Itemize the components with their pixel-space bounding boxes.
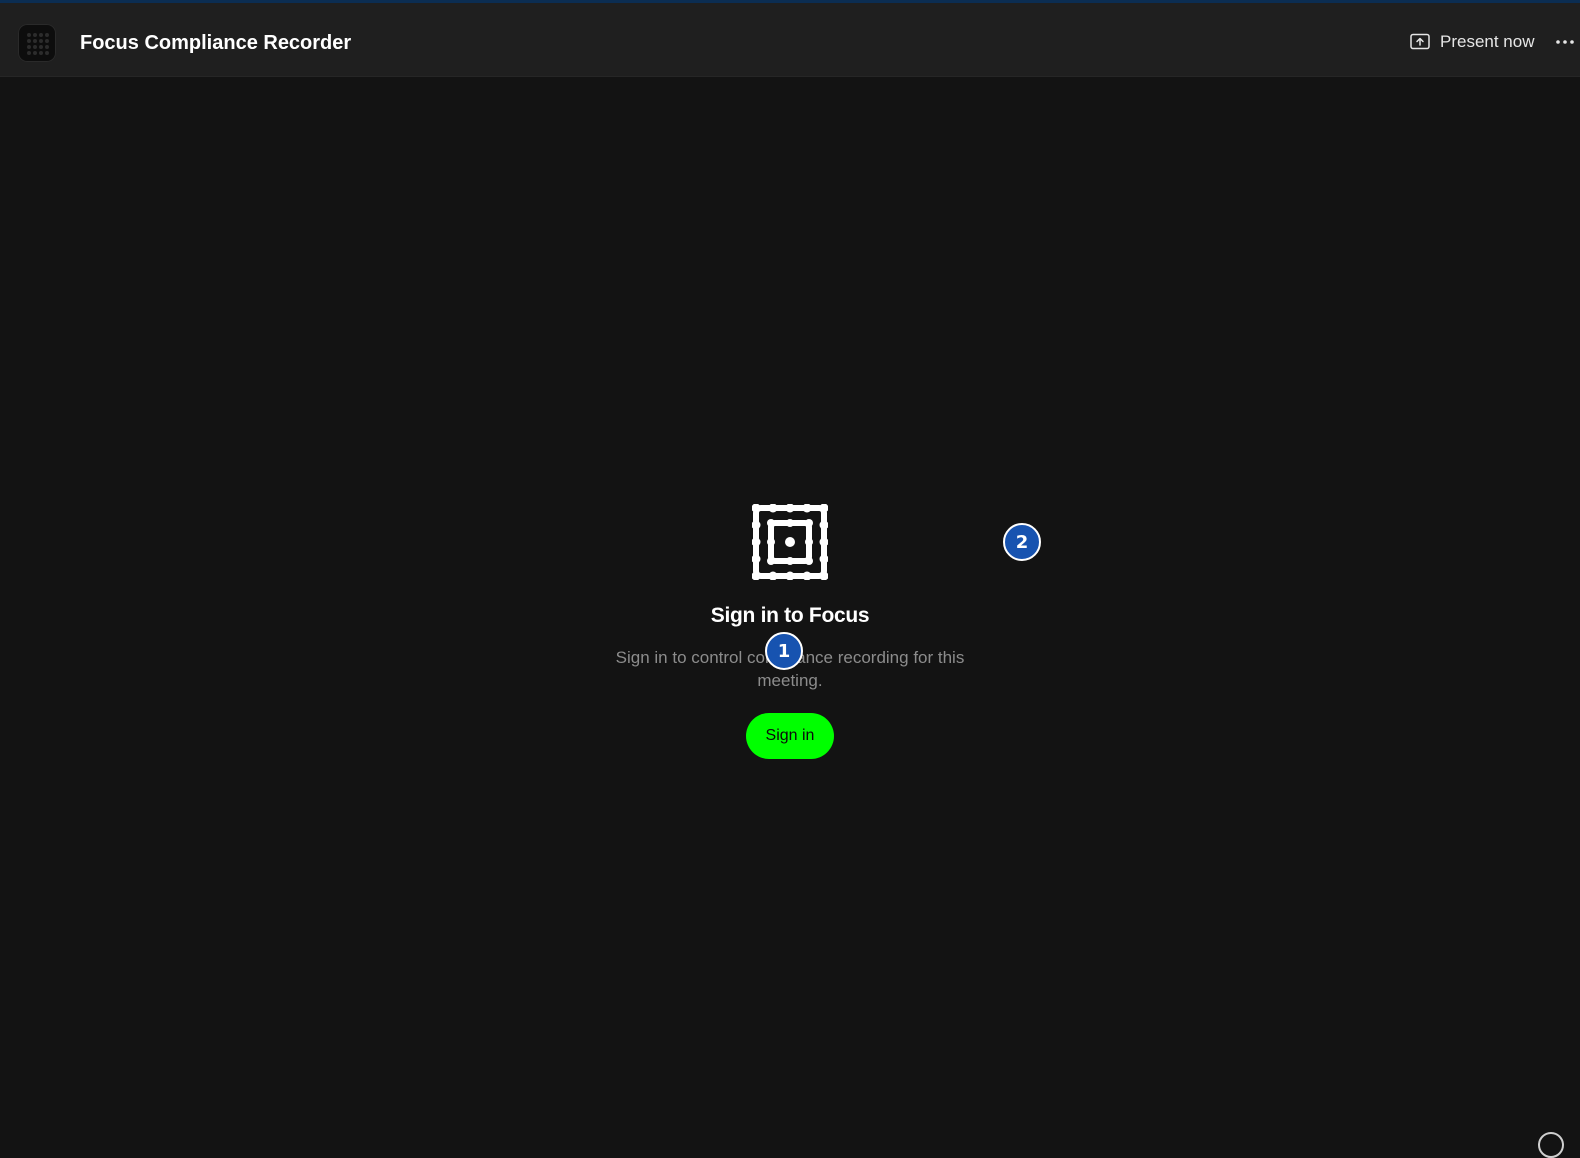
focus-app-icon [18, 24, 56, 62]
share-screen-icon [1410, 33, 1430, 50]
present-now-button[interactable]: Present now [1410, 27, 1535, 57]
more-horizontal-icon [1556, 40, 1574, 44]
annotation-marker-2: 2 [1003, 523, 1041, 561]
app-title: Focus Compliance Recorder [80, 32, 352, 54]
app-header: Focus Compliance Recorder Present now [0, 3, 1580, 77]
present-now-label: Present now [1440, 32, 1535, 51]
signin-title: Sign in to Focus [710, 604, 870, 627]
help-icon[interactable] [1538, 1132, 1564, 1158]
focus-logo-icon [752, 504, 828, 580]
more-options-button[interactable] [1554, 29, 1576, 55]
annotation-marker-1: 1 [765, 632, 803, 670]
signin-panel: Sign in to Focus Sign in to control comp… [0, 504, 1580, 759]
sign-in-button[interactable]: Sign in [745, 713, 835, 759]
